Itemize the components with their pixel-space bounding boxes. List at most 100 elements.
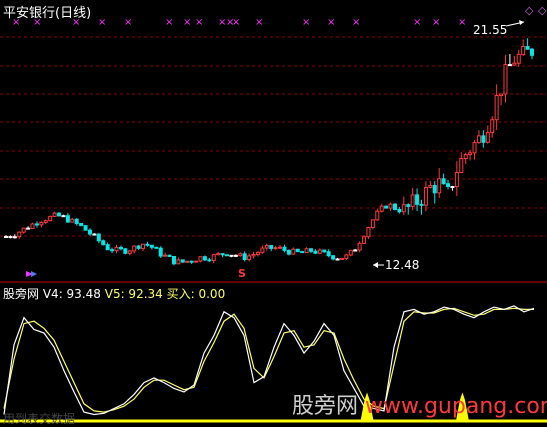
indicator-name: 股旁网 (3, 287, 40, 301)
candle-body (65, 215, 70, 223)
candle-body (291, 248, 296, 255)
sell-signal-marker: S (238, 267, 246, 280)
candle-body (118, 246, 123, 250)
diamond-icon[interactable]: ◇ (538, 4, 546, 17)
candle-body (459, 157, 464, 174)
magenta-x-icon: × (255, 17, 263, 28)
candle-body (295, 248, 300, 253)
candle-body (463, 153, 468, 159)
candle-body (26, 227, 31, 230)
candle-body (446, 183, 451, 187)
candle-body (472, 142, 477, 154)
candle-body (379, 205, 384, 212)
candle-body (87, 229, 92, 235)
candle-body (362, 236, 367, 244)
magenta-x-icon: × (124, 17, 132, 28)
candle-body (286, 249, 291, 255)
candle-body (348, 249, 353, 256)
candle-body (335, 258, 340, 261)
candle-body (127, 250, 132, 254)
candle-body (419, 203, 424, 206)
magenta-x-icon: × (183, 17, 191, 28)
candle-body (499, 93, 504, 97)
candle-body (260, 247, 265, 253)
candle-body (123, 248, 128, 254)
candle-body (233, 254, 238, 257)
magenta-x-icon: × (352, 17, 360, 28)
candle-body (39, 221, 44, 226)
kline-chart: × × × × × × × × × ×× × × × × × × × 21.55 12.48 S (0, 0, 547, 426)
candle-body (79, 223, 84, 227)
candle-body (494, 95, 499, 121)
candle-body (300, 251, 305, 254)
candle-body (397, 208, 402, 213)
candle-body (189, 260, 194, 263)
candle-body (48, 215, 53, 222)
candle-body (388, 203, 393, 209)
candle-body (476, 135, 481, 144)
candle-body (339, 257, 344, 260)
candle-body (401, 204, 406, 213)
candle-body (171, 256, 176, 265)
candle-body (30, 223, 35, 229)
candle-body (454, 172, 459, 188)
candle-body (43, 220, 48, 223)
candle-body (12, 236, 17, 239)
watermark-text: 用到表交数据 (3, 412, 76, 426)
candle-body (437, 178, 442, 194)
candle-body (225, 254, 230, 257)
candle-body (229, 254, 234, 257)
candle-body (132, 245, 137, 252)
candle-body (149, 244, 154, 248)
candle-body (516, 53, 521, 64)
candle-body (317, 249, 322, 254)
candle-body (344, 254, 349, 259)
candle-body (34, 223, 39, 226)
candle-body (485, 132, 490, 143)
candle-body (415, 194, 420, 205)
candle-body (255, 251, 260, 256)
candle-body (141, 243, 146, 249)
candle-body (216, 253, 221, 256)
candle-body (503, 64, 508, 95)
candle-body (269, 245, 274, 249)
candle-body (101, 240, 106, 246)
candle-body (441, 178, 446, 185)
candle-body (136, 245, 141, 249)
svg-text:12.48: 12.48 (385, 258, 419, 272)
candle-body (308, 248, 313, 252)
candle-body (4, 236, 8, 239)
indicator-v5: V5: 92.34 (104, 287, 163, 301)
candle-body (114, 246, 119, 252)
diamond-icon[interactable]: ◇ (525, 4, 533, 17)
candle-body (406, 204, 411, 207)
magenta-x-icon: × (302, 17, 310, 28)
candle-body (202, 256, 207, 261)
candle-body (273, 247, 278, 250)
candle-body (247, 255, 252, 261)
candle-body (468, 152, 473, 155)
candle-body (52, 212, 57, 217)
candle-body (384, 205, 389, 209)
magenta-x-icon: × (432, 17, 440, 28)
candle-body (242, 253, 247, 261)
candle-body (74, 218, 79, 225)
magenta-x-icon: × (165, 17, 173, 28)
candle-body (185, 260, 190, 263)
candle-body (198, 256, 203, 262)
chart-title: 平安银行(日线) (3, 6, 92, 21)
candle-body (207, 259, 212, 262)
candle-body (167, 254, 172, 258)
watermark-brand-name: 股旁网 (292, 394, 359, 419)
candle-body (370, 219, 375, 228)
candle-body (154, 246, 159, 249)
candle-body (105, 244, 110, 251)
candle-body (490, 119, 495, 134)
candle-body (423, 186, 428, 206)
svg-text:21.55: 21.55 (473, 23, 507, 37)
candle-body (507, 64, 512, 67)
candle-body (282, 246, 287, 251)
candle-body (278, 246, 283, 249)
candle-body (158, 247, 163, 257)
candle-body (353, 249, 358, 252)
